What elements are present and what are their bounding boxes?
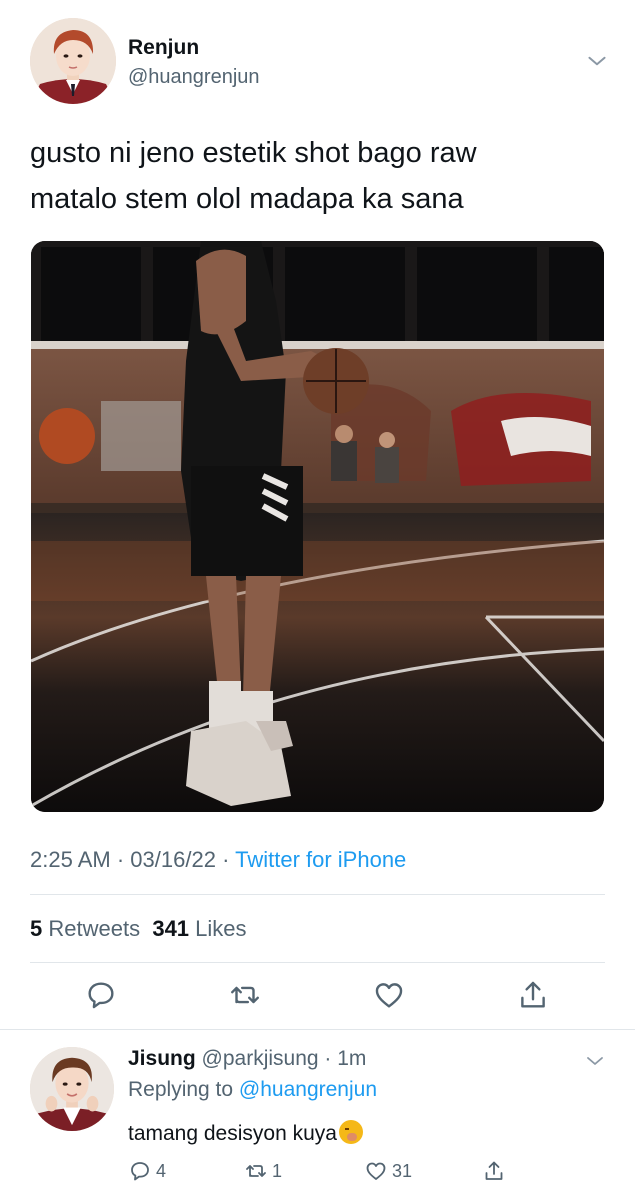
- reply-author-avatar[interactable]: [30, 1047, 114, 1131]
- reply-text-content: tamang desisyon kuya: [128, 1122, 337, 1145]
- divider: [0, 1029, 635, 1030]
- retweet-count: 5: [30, 916, 43, 941]
- divider: [30, 962, 605, 963]
- author-name[interactable]: Renjun: [128, 36, 199, 60]
- reply-like-count: 31: [392, 1160, 413, 1181]
- replying-to-handle[interactable]: @huangrenjun: [239, 1078, 377, 1101]
- heart-icon: [366, 1162, 386, 1180]
- reply-button[interactable]: [84, 978, 118, 1012]
- retweet-icon: [231, 986, 259, 1004]
- reply-like-button[interactable]: 31: [364, 1157, 412, 1185]
- share-icon: [485, 1161, 503, 1180]
- heart-icon: [375, 983, 403, 1008]
- yawning-face-emoji-icon: [338, 1120, 363, 1144]
- reply-reply-button[interactable]: 4: [128, 1157, 166, 1185]
- share-icon: [521, 981, 545, 1008]
- tweet-meta: 2:25 AM · 03/16/22 · Twitter for iPhone: [30, 847, 406, 873]
- retweets-stat[interactable]: 5 Retweets: [30, 916, 140, 941]
- meta-separator: ·: [116, 847, 131, 872]
- reply-reply-count: 4: [156, 1160, 167, 1181]
- reply-text: tamang desisyon kuya: [128, 1120, 363, 1146]
- tweet-text-line: matalo stem olol madapa ka sana: [30, 183, 464, 215]
- likes-stat[interactable]: 341 Likes: [152, 916, 246, 941]
- reply-share-button[interactable]: [482, 1157, 510, 1185]
- reply-retweet-button[interactable]: 1: [244, 1157, 282, 1185]
- replying-to: Replying to @huangrenjun: [128, 1078, 377, 1102]
- reply-tweet[interactable]: Jisung @parkjisung · 1m Replying to @hua…: [0, 1031, 635, 1200]
- like-button[interactable]: [372, 978, 406, 1012]
- like-label: Likes: [195, 916, 247, 941]
- chevron-down-icon[interactable]: [584, 48, 610, 74]
- comment-icon: [131, 1162, 149, 1181]
- tweet-date: 03/16/22: [130, 847, 216, 872]
- reply-action-bar: 4 1 31: [128, 1157, 528, 1185]
- reply-author-handle[interactable]: @parkjisung: [202, 1047, 319, 1070]
- reply-time: 1m: [337, 1047, 367, 1070]
- tweet-photo[interactable]: [31, 241, 604, 812]
- chevron-down-icon[interactable]: [583, 1049, 607, 1073]
- tweet-time: 2:25 AM: [30, 847, 111, 872]
- reply-retweet-count: 1: [272, 1160, 283, 1181]
- tweet-stats: 5 Retweets 341 Likes: [30, 916, 247, 942]
- reply-separator: ·: [318, 1047, 338, 1070]
- share-button[interactable]: [516, 978, 550, 1012]
- tweet-text-line: gusto ni jeno estetik shot bago raw: [30, 137, 477, 169]
- tweet-text: gusto ni jeno estetik shot bago raw mata…: [30, 130, 605, 222]
- reply-author-name[interactable]: Jisung: [128, 1047, 196, 1070]
- retweet-icon: [246, 1165, 266, 1177]
- tweet-action-bar: [60, 978, 580, 1014]
- comment-icon: [88, 982, 114, 1009]
- tweet-source-link[interactable]: Twitter for iPhone: [235, 847, 406, 872]
- like-count: 341: [152, 916, 190, 941]
- author-avatar[interactable]: [30, 18, 116, 104]
- meta-separator: ·: [222, 847, 236, 872]
- retweet-button[interactable]: [228, 978, 262, 1012]
- reply-header: Jisung @parkjisung · 1m: [128, 1047, 366, 1071]
- divider: [30, 894, 605, 895]
- tweet-header: Renjun @huangrenjun: [30, 18, 610, 104]
- author-handle[interactable]: @huangrenjun: [128, 66, 260, 89]
- retweet-label: Retweets: [48, 916, 141, 941]
- replying-to-label: Replying to: [128, 1078, 234, 1101]
